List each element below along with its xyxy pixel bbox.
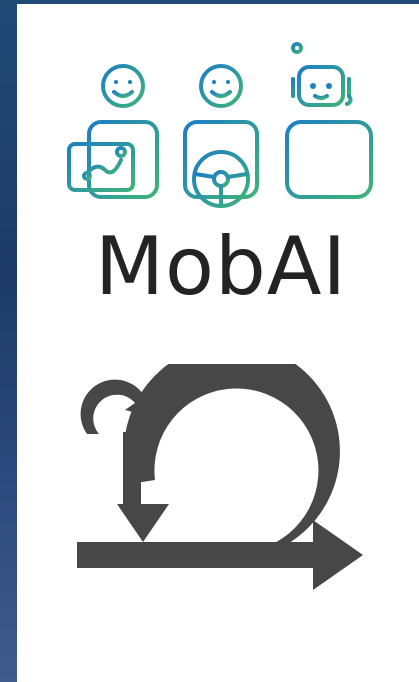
brand-name: MobAI [95,220,348,313]
ai-robot-icon [285,42,373,199]
mob-figures-logo [67,42,373,208]
navigator-icon [67,64,159,199]
logo-card: MobAI [17,4,419,682]
scrum-cycle-icon [77,364,363,590]
driver-icon [183,64,259,208]
